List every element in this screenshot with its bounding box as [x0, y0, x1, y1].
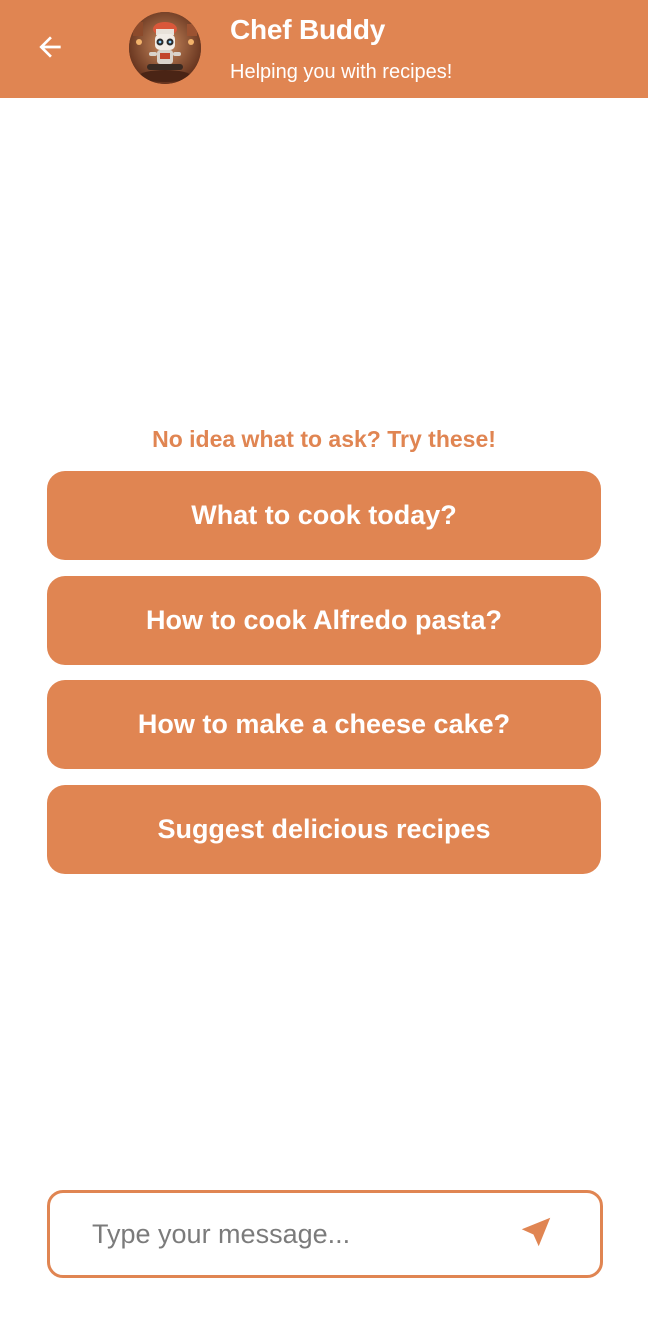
- send-icon: [518, 1214, 554, 1255]
- message-input[interactable]: [92, 1212, 492, 1256]
- suggestion-label: Suggest delicious recipes: [157, 814, 491, 844]
- suggestion-label: What to cook today?: [191, 500, 457, 530]
- send-button[interactable]: [511, 1210, 561, 1258]
- back-button[interactable]: [22, 25, 78, 73]
- suggestion-label: How to make a cheese cake?: [137, 709, 511, 739]
- suggestion-label: How to cook Alfredo pasta?: [145, 605, 503, 635]
- avatar: [129, 12, 201, 84]
- suggestion-button-alfredo-pasta[interactable]: How to cook Alfredo pasta?: [47, 576, 601, 665]
- app-bar: Chef Buddy Helping you with recipes!: [0, 0, 648, 98]
- arrow-left-icon: [34, 31, 66, 68]
- chat-subtitle: Helping you with recipes!: [230, 61, 453, 83]
- suggestion-button-cheese-cake[interactable]: How to make a cheese cake?: [47, 680, 601, 769]
- suggestion-button-what-to-cook[interactable]: What to cook today?: [47, 471, 601, 560]
- message-composer: [47, 1190, 603, 1278]
- chat-title: Chef Buddy: [230, 14, 386, 45]
- suggestions-prompt: No idea what to ask? Try these!: [152, 426, 496, 452]
- suggestion-button-delicious-recipes[interactable]: Suggest delicious recipes: [47, 785, 601, 874]
